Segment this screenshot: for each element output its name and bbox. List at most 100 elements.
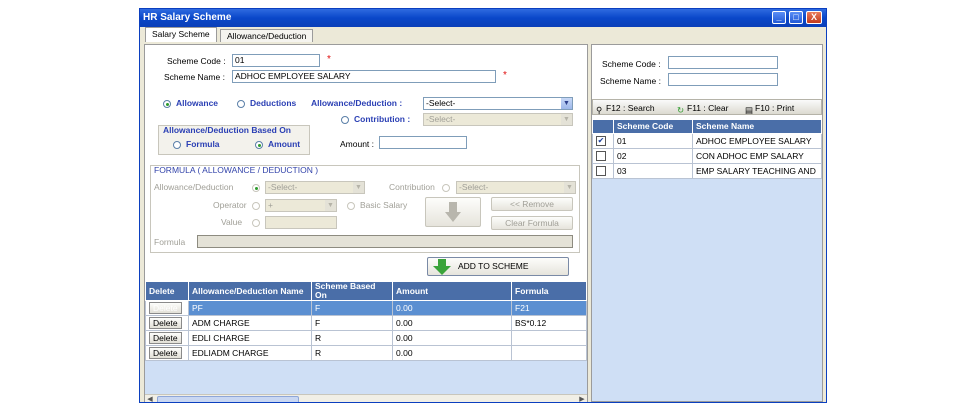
close-icon[interactable]: X (806, 11, 822, 24)
allowance-deduction-select[interactable]: -Select- ▼ (423, 97, 573, 110)
value-radio[interactable] (252, 219, 260, 227)
tab-salary-scheme[interactable]: Salary Scheme (145, 27, 217, 42)
scroll-thumb[interactable] (157, 396, 299, 402)
name-cell[interactable]: ADHOC EMPLOYEE SALARY (692, 133, 822, 149)
tab-bar: Salary Scheme Allowance/Deduction (140, 27, 826, 42)
horizontal-scrollbar[interactable]: ◀ ▶ (145, 394, 587, 402)
amount-radio[interactable] (255, 141, 263, 149)
deductions-radio[interactable] (237, 100, 245, 108)
clear-label: F11 : Clear (687, 103, 729, 113)
amount-cell[interactable]: 0.00 (392, 300, 512, 316)
based-cell[interactable]: F (311, 300, 393, 316)
formula-cell[interactable] (511, 345, 587, 361)
print-icon: ▤ (745, 104, 754, 115)
table-row[interactable]: 03 EMP SALARY TEACHING AND (592, 163, 822, 179)
value-input[interactable] (265, 216, 337, 229)
value-label: Value (221, 217, 243, 227)
name-cell[interactable]: PF (188, 300, 312, 316)
remove-button[interactable]: << Remove (491, 197, 573, 211)
formula-input[interactable] (197, 235, 573, 248)
name-cell[interactable]: EDLI CHARGE (188, 330, 312, 346)
based-cell[interactable]: F (311, 315, 393, 331)
table-row[interactable]: Delete EDLI CHARGE R 0.00 (145, 330, 587, 346)
tab-allowance-deduction[interactable]: Allowance/Deduction (220, 29, 314, 42)
amount-cell[interactable]: 0.00 (392, 315, 512, 331)
checkbox[interactable] (596, 151, 606, 162)
based-cell[interactable]: R (311, 345, 393, 361)
name-cell[interactable]: ADM CHARGE (188, 315, 312, 331)
delete-button[interactable]: Delete (149, 332, 182, 344)
operator-select[interactable]: + ▼ (265, 199, 337, 212)
scroll-right-icon[interactable]: ▶ (577, 395, 587, 402)
search-scheme-code-input[interactable] (668, 56, 778, 69)
col-header[interactable]: Scheme Code (613, 119, 693, 134)
formula-cell[interactable] (511, 330, 587, 346)
contribution-radio[interactable] (341, 116, 349, 124)
delete-button[interactable]: Delete (149, 302, 182, 314)
col-header[interactable]: Allowance/Deduction Name (188, 281, 312, 301)
maximize-icon[interactable]: □ (789, 11, 803, 24)
name-cell[interactable]: EDLIADM CHARGE (188, 345, 312, 361)
add-to-formula-button[interactable] (425, 197, 481, 227)
left-panel: Scheme Code : 01 * Scheme Name : ADHOC E… (144, 44, 588, 402)
formula-cell[interactable]: BS*0.12 (511, 315, 587, 331)
basic-salary-radio[interactable] (347, 202, 355, 210)
formula-contribution-radio[interactable] (442, 184, 450, 192)
add-to-scheme-button[interactable]: ADD TO SCHEME (427, 257, 569, 276)
based-on-title: Allowance/Deduction Based On (163, 125, 291, 135)
delete-button[interactable]: Delete (149, 347, 182, 359)
table-row[interactable]: Delete PF F 0.00 F21 (145, 300, 587, 316)
contribution-select[interactable]: -Select- ▼ (423, 113, 573, 126)
formula-cell[interactable]: F21 (511, 300, 587, 316)
minimize-icon[interactable]: _ (772, 11, 786, 24)
scheme-code-input[interactable]: 01 (232, 54, 320, 67)
formula-contribution-select[interactable]: -Select- ▼ (456, 181, 576, 194)
search-scheme-name-input[interactable] (668, 73, 778, 86)
clear-button[interactable]: ↻ F11 : Clear (677, 103, 729, 115)
chevron-down-icon: ▼ (353, 182, 364, 193)
allowance-radio[interactable] (163, 100, 171, 108)
code-cell[interactable]: 02 (613, 148, 693, 164)
scroll-left-icon[interactable]: ◀ (145, 395, 155, 402)
formula-allow-ded-select[interactable]: -Select- ▼ (265, 181, 365, 194)
table-row[interactable]: 02 CON ADHOC EMP SALARY (592, 148, 822, 164)
formula-radio[interactable] (173, 141, 181, 149)
col-header[interactable]: Formula (511, 281, 587, 301)
delete-button[interactable]: Delete (149, 317, 182, 329)
operator-label: Operator (213, 200, 247, 210)
amount-cell[interactable]: 0.00 (392, 330, 512, 346)
formula-group: FORMULA ( ALLOWANCE / DEDUCTION ) Allowa… (150, 165, 580, 253)
based-cell[interactable]: R (311, 330, 393, 346)
name-cell[interactable]: EMP SALARY TEACHING AND (692, 163, 822, 179)
select-cell (592, 163, 614, 179)
table-row[interactable]: ✔ 01 ADHOC EMPLOYEE SALARY (592, 133, 822, 149)
name-cell[interactable]: CON ADHOC EMP SALARY (692, 148, 822, 164)
amount-cell[interactable]: 0.00 (392, 345, 512, 361)
print-button[interactable]: ▤ F10 : Print (745, 103, 794, 115)
deductions-label: Deductions (250, 98, 297, 108)
scheme-name-input[interactable]: ADHOC EMPLOYEE SALARY (232, 70, 496, 83)
required-mark: * (327, 54, 331, 65)
arrow-down-icon (433, 258, 451, 275)
table-row[interactable]: Delete EDLIADM CHARGE R 0.00 (145, 345, 587, 361)
code-cell[interactable]: 01 (613, 133, 693, 149)
refresh-icon: ↻ (677, 104, 685, 115)
clear-formula-button[interactable]: Clear Formula (491, 216, 573, 230)
col-header[interactable]: Delete (145, 281, 189, 301)
select-value: -Select- (268, 182, 298, 192)
formula-allow-ded-radio[interactable] (252, 184, 260, 192)
checkbox-checked[interactable]: ✔ (596, 136, 606, 147)
amount-input[interactable] (379, 136, 467, 149)
search-button[interactable]: ⚲ F12 : Search (596, 103, 655, 115)
allowance-deduction-label: Allowance/Deduction : (311, 98, 403, 108)
col-header[interactable] (592, 119, 614, 134)
code-cell[interactable]: 03 (613, 163, 693, 179)
operator-radio[interactable] (252, 202, 260, 210)
amount-label: Amount (268, 139, 301, 149)
col-header[interactable]: Scheme Based On (311, 281, 393, 301)
table-row[interactable]: Delete ADM CHARGE F 0.00 BS*0.12 (145, 315, 587, 331)
checkbox[interactable] (596, 166, 606, 177)
col-header[interactable]: Scheme Name (692, 119, 822, 134)
col-header[interactable]: Amount (392, 281, 512, 301)
schemes-table: Scheme Code Scheme Name ✔ 01 ADHOC EMPLO… (592, 119, 822, 179)
